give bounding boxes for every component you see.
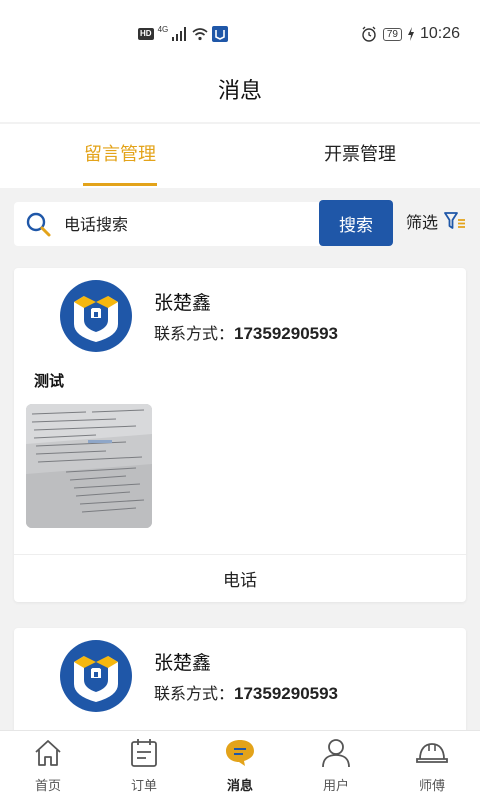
nav-item-orders[interactable]: 订单 xyxy=(96,731,192,800)
customer-name: 张楚鑫 xyxy=(154,652,212,674)
search-button[interactable]: 搜索 xyxy=(319,200,393,246)
status-left: HD 4G xyxy=(138,24,229,44)
filter-button[interactable]: 筛选 xyxy=(406,208,466,234)
nav-label: 订单 xyxy=(130,779,157,794)
contact-label: 联系方式： xyxy=(154,684,235,703)
network-label: 4G xyxy=(157,24,169,34)
home-icon xyxy=(35,740,61,766)
customer-name: 张楚鑫 xyxy=(154,292,212,314)
contact-info: 联系方式：17359290593 xyxy=(154,680,338,704)
order-icon xyxy=(131,739,157,767)
nav-label: 消息 xyxy=(226,779,253,794)
filter-icon xyxy=(444,212,466,229)
tab-bar: 留言管理 开票管理 xyxy=(0,124,480,188)
phone-number: 17359290593 xyxy=(234,684,339,703)
battery-indicator: 79 xyxy=(382,27,402,41)
charging-icon xyxy=(407,27,414,41)
avatar xyxy=(60,280,132,352)
filter-label: 筛选 xyxy=(406,213,439,232)
user-icon xyxy=(322,739,350,768)
nav-item-messages[interactable]: 消息 xyxy=(192,731,288,800)
wifi-icon xyxy=(192,28,208,41)
search-icon xyxy=(26,212,51,237)
status-bar: HD 4G 79 10:26 xyxy=(0,0,480,70)
page-header: 消息 xyxy=(0,70,480,122)
worker-helmet-icon xyxy=(416,743,448,763)
tab-invoice-management[interactable]: 开票管理 xyxy=(240,124,480,188)
message-text: 测试 xyxy=(34,372,65,390)
alarm-icon xyxy=(362,26,376,42)
signal-icon xyxy=(172,27,187,41)
avatar xyxy=(60,640,132,712)
app-notification-icon xyxy=(212,26,229,42)
call-button[interactable]: 电话 xyxy=(14,555,466,601)
page-title: 消息 xyxy=(217,79,262,104)
message-photo[interactable] xyxy=(26,404,152,528)
phone-number: 17359290593 xyxy=(234,324,339,343)
nav-label: 用户 xyxy=(322,779,349,794)
message-icon xyxy=(226,740,254,766)
nav-label: 首页 xyxy=(34,779,61,794)
status-right: 79 10:26 xyxy=(361,22,460,46)
nav-item-users[interactable]: 用户 xyxy=(288,731,384,800)
contact-info: 联系方式：17359290593 xyxy=(154,320,338,344)
tab-message-management[interactable]: 留言管理 xyxy=(0,124,240,188)
tab-label: 留言管理 xyxy=(84,144,156,165)
tab-label: 开票管理 xyxy=(324,144,396,165)
nav-item-home[interactable]: 首页 xyxy=(0,731,96,800)
search-input[interactable] xyxy=(64,202,314,246)
message-card: 张楚鑫 联系方式：17359290593 测试 电话 xyxy=(14,268,466,602)
bottom-nav: 首页 订单 消息 用户 师傅 xyxy=(0,730,480,800)
active-tab-indicator xyxy=(83,183,157,186)
search-row: 搜索 筛选 xyxy=(0,188,480,264)
nav-item-workers[interactable]: 师傅 xyxy=(384,731,480,800)
search-box xyxy=(14,202,320,246)
clock: 10:26 xyxy=(419,25,460,42)
hd-badge: HD xyxy=(138,28,154,40)
contact-label: 联系方式： xyxy=(154,324,235,343)
photo-thumbnail xyxy=(26,404,152,528)
nav-label: 师傅 xyxy=(418,779,445,794)
